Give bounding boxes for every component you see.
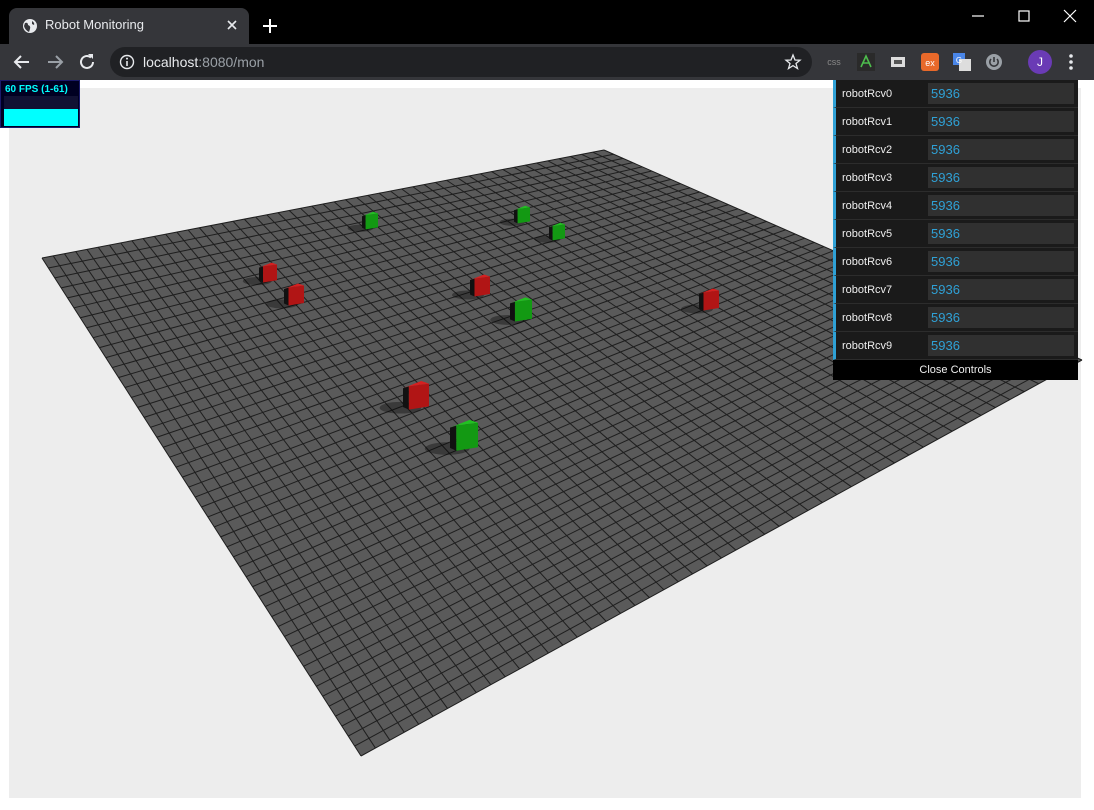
- control-label: robotRcv8: [842, 312, 893, 324]
- control-row-robotRcv9: robotRcv9 5936: [833, 332, 1078, 360]
- control-value-input[interactable]: 5936: [928, 167, 1074, 188]
- control-label: robotRcv2: [842, 144, 893, 156]
- control-value-input[interactable]: 5936: [928, 307, 1074, 328]
- ex-icon[interactable]: ex: [920, 52, 940, 72]
- control-row-robotRcv8: robotRcv8 5936: [833, 304, 1078, 332]
- control-value-input[interactable]: 5936: [928, 335, 1074, 356]
- profile-avatar[interactable]: J: [1028, 50, 1052, 74]
- fps-graph: [4, 96, 78, 126]
- svg-text:ex: ex: [925, 58, 935, 68]
- minimize-icon[interactable]: [966, 4, 990, 28]
- control-row-robotRcv5: robotRcv5 5936: [833, 220, 1078, 248]
- control-row-robotRcv6: robotRcv6 5936: [833, 248, 1078, 276]
- control-label: robotRcv9: [842, 340, 893, 352]
- control-label: robotRcv3: [842, 172, 893, 184]
- control-value-input[interactable]: 5936: [928, 223, 1074, 244]
- maximize-icon[interactable]: [1012, 4, 1036, 28]
- control-value-input[interactable]: 5936: [928, 83, 1074, 104]
- bookmark-star-icon[interactable]: [784, 53, 802, 71]
- close-window-icon[interactable]: [1058, 4, 1082, 28]
- control-row-robotRcv0: robotRcv0 5936: [833, 80, 1078, 108]
- info-icon[interactable]: [119, 54, 135, 70]
- control-value-input[interactable]: 5936: [928, 139, 1074, 160]
- new-tab-plus-icon[interactable]: [260, 16, 280, 36]
- browser-toolbar: localhost:8080/mon css ex G J: [0, 44, 1094, 80]
- control-label: robotRcv5: [842, 228, 893, 240]
- address-bar[interactable]: localhost:8080/mon: [110, 47, 812, 77]
- control-row-robotRcv4: robotRcv4 5936: [833, 192, 1078, 220]
- forward-arrow-icon[interactable]: [44, 51, 66, 73]
- controls-panel: robotRcv0 5936 robotRcv1 5936 robotRcv2 5936 r…: [833, 80, 1078, 380]
- control-value-input[interactable]: 5936: [928, 279, 1074, 300]
- translate-icon[interactable]: G: [952, 52, 972, 72]
- svg-text:G: G: [956, 56, 962, 65]
- control-row-robotRcv3: robotRcv3 5936: [833, 164, 1078, 192]
- browser-tab[interactable]: Robot Monitoring: [9, 8, 249, 44]
- control-value-input[interactable]: 5936: [928, 111, 1074, 132]
- control-label: robotRcv0: [842, 88, 893, 100]
- control-value-input[interactable]: 5936: [928, 195, 1074, 216]
- close-controls-button[interactable]: Close Controls: [833, 360, 1078, 380]
- globe-icon: [23, 19, 37, 33]
- fps-bar: [4, 109, 78, 126]
- control-label: robotRcv7: [842, 284, 893, 296]
- control-label: robotRcv6: [842, 256, 893, 268]
- fps-text: 60 FPS (1-61): [5, 84, 68, 95]
- fps-stats-panel[interactable]: 60 FPS (1-61): [0, 80, 80, 128]
- control-label: robotRcv1: [842, 116, 893, 128]
- tab-strip: Robot Monitoring: [0, 0, 1094, 44]
- control-value-input[interactable]: 5936: [928, 251, 1074, 272]
- close-tab-icon[interactable]: [224, 17, 240, 33]
- screenshot-icon[interactable]: [888, 52, 908, 72]
- reload-icon[interactable]: [76, 51, 98, 73]
- kebab-menu-icon[interactable]: [1063, 51, 1079, 73]
- control-label: robotRcv4: [842, 200, 893, 212]
- css-extension-icon[interactable]: css: [824, 52, 844, 72]
- control-row-robotRcv7: robotRcv7 5936: [833, 276, 1078, 304]
- back-arrow-icon[interactable]: [11, 51, 33, 73]
- control-row-robotRcv2: robotRcv2 5936: [833, 136, 1078, 164]
- url-text: localhost:8080/mon: [143, 54, 265, 70]
- page-viewport: 60 FPS (1-61) robotRcv0 5936 robotRcv1 5936…: [0, 80, 1094, 810]
- tab-title: Robot Monitoring: [45, 17, 144, 32]
- power-icon[interactable]: [984, 52, 1004, 72]
- control-row-robotRcv1: robotRcv1 5936: [833, 108, 1078, 136]
- html-validator-icon[interactable]: [856, 52, 876, 72]
